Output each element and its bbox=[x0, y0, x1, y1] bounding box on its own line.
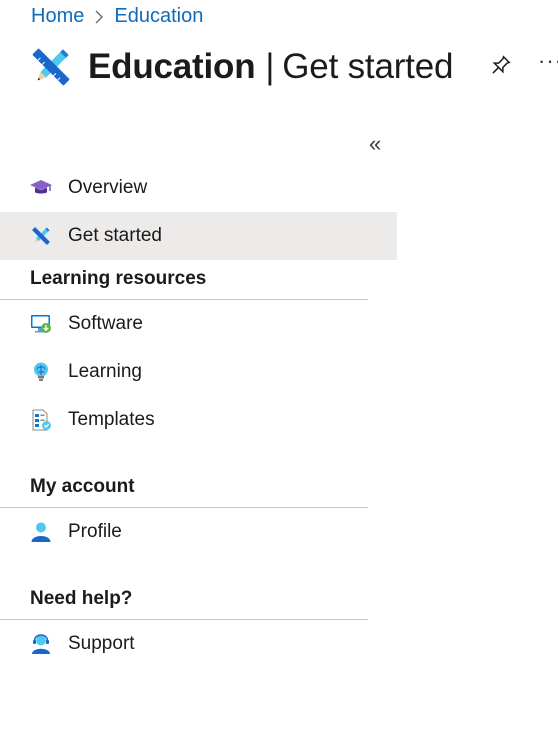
breadcrumb: Home Education bbox=[31, 5, 203, 28]
more-icon[interactable]: ··· bbox=[538, 48, 558, 74]
breadcrumb-education-link[interactable]: Education bbox=[114, 5, 203, 28]
sidebar-item-label: Templates bbox=[68, 409, 155, 430]
templates-icon bbox=[30, 409, 52, 431]
sidebar-item-label: Support bbox=[68, 633, 135, 654]
sidebar-item-templates[interactable]: Templates bbox=[0, 396, 397, 444]
sidebar-item-label: Get started bbox=[68, 225, 162, 246]
sidebar-item-overview[interactable]: Overview bbox=[0, 164, 397, 212]
page-header: Education|Get started ··· bbox=[28, 44, 558, 90]
sidebar-item-label: Software bbox=[68, 313, 143, 334]
section-header-learning-resources: Learning resources bbox=[0, 260, 368, 300]
sidebar-item-get-started[interactable]: Get started bbox=[0, 212, 397, 260]
section-header-my-account: My account bbox=[0, 444, 368, 508]
sidebar-item-label: Profile bbox=[68, 521, 122, 542]
page-title-main: Education bbox=[88, 47, 256, 86]
monitor-download-icon bbox=[30, 313, 52, 335]
breadcrumb-home-link[interactable]: Home bbox=[31, 5, 84, 28]
title-separator: | bbox=[265, 47, 275, 86]
lightbulb-icon bbox=[30, 361, 52, 383]
page-title-sub: Get started bbox=[282, 47, 454, 86]
pin-icon[interactable] bbox=[488, 54, 512, 78]
section-header-need-help: Need help? bbox=[0, 556, 368, 620]
page-title: Education | Get started bbox=[88, 45, 453, 89]
education-tools-icon bbox=[32, 48, 70, 86]
collapse-sidebar-button[interactable]: « bbox=[369, 132, 381, 156]
sidebar-item-support[interactable]: Support bbox=[0, 620, 397, 668]
sidebar-nav: Overview Get started Learning resources bbox=[0, 164, 397, 668]
user-icon bbox=[30, 521, 52, 543]
support-person-icon bbox=[30, 633, 52, 655]
graduation-cap-icon bbox=[30, 177, 52, 199]
education-tools-icon bbox=[30, 225, 52, 247]
chevron-right-icon bbox=[94, 10, 104, 24]
sidebar-item-label: Overview bbox=[68, 177, 148, 198]
sidebar-item-profile[interactable]: Profile bbox=[0, 508, 397, 556]
sidebar-item-label: Learning bbox=[68, 361, 142, 382]
sidebar-item-learning[interactable]: Learning bbox=[0, 348, 397, 396]
sidebar-item-software[interactable]: Software bbox=[0, 300, 397, 348]
